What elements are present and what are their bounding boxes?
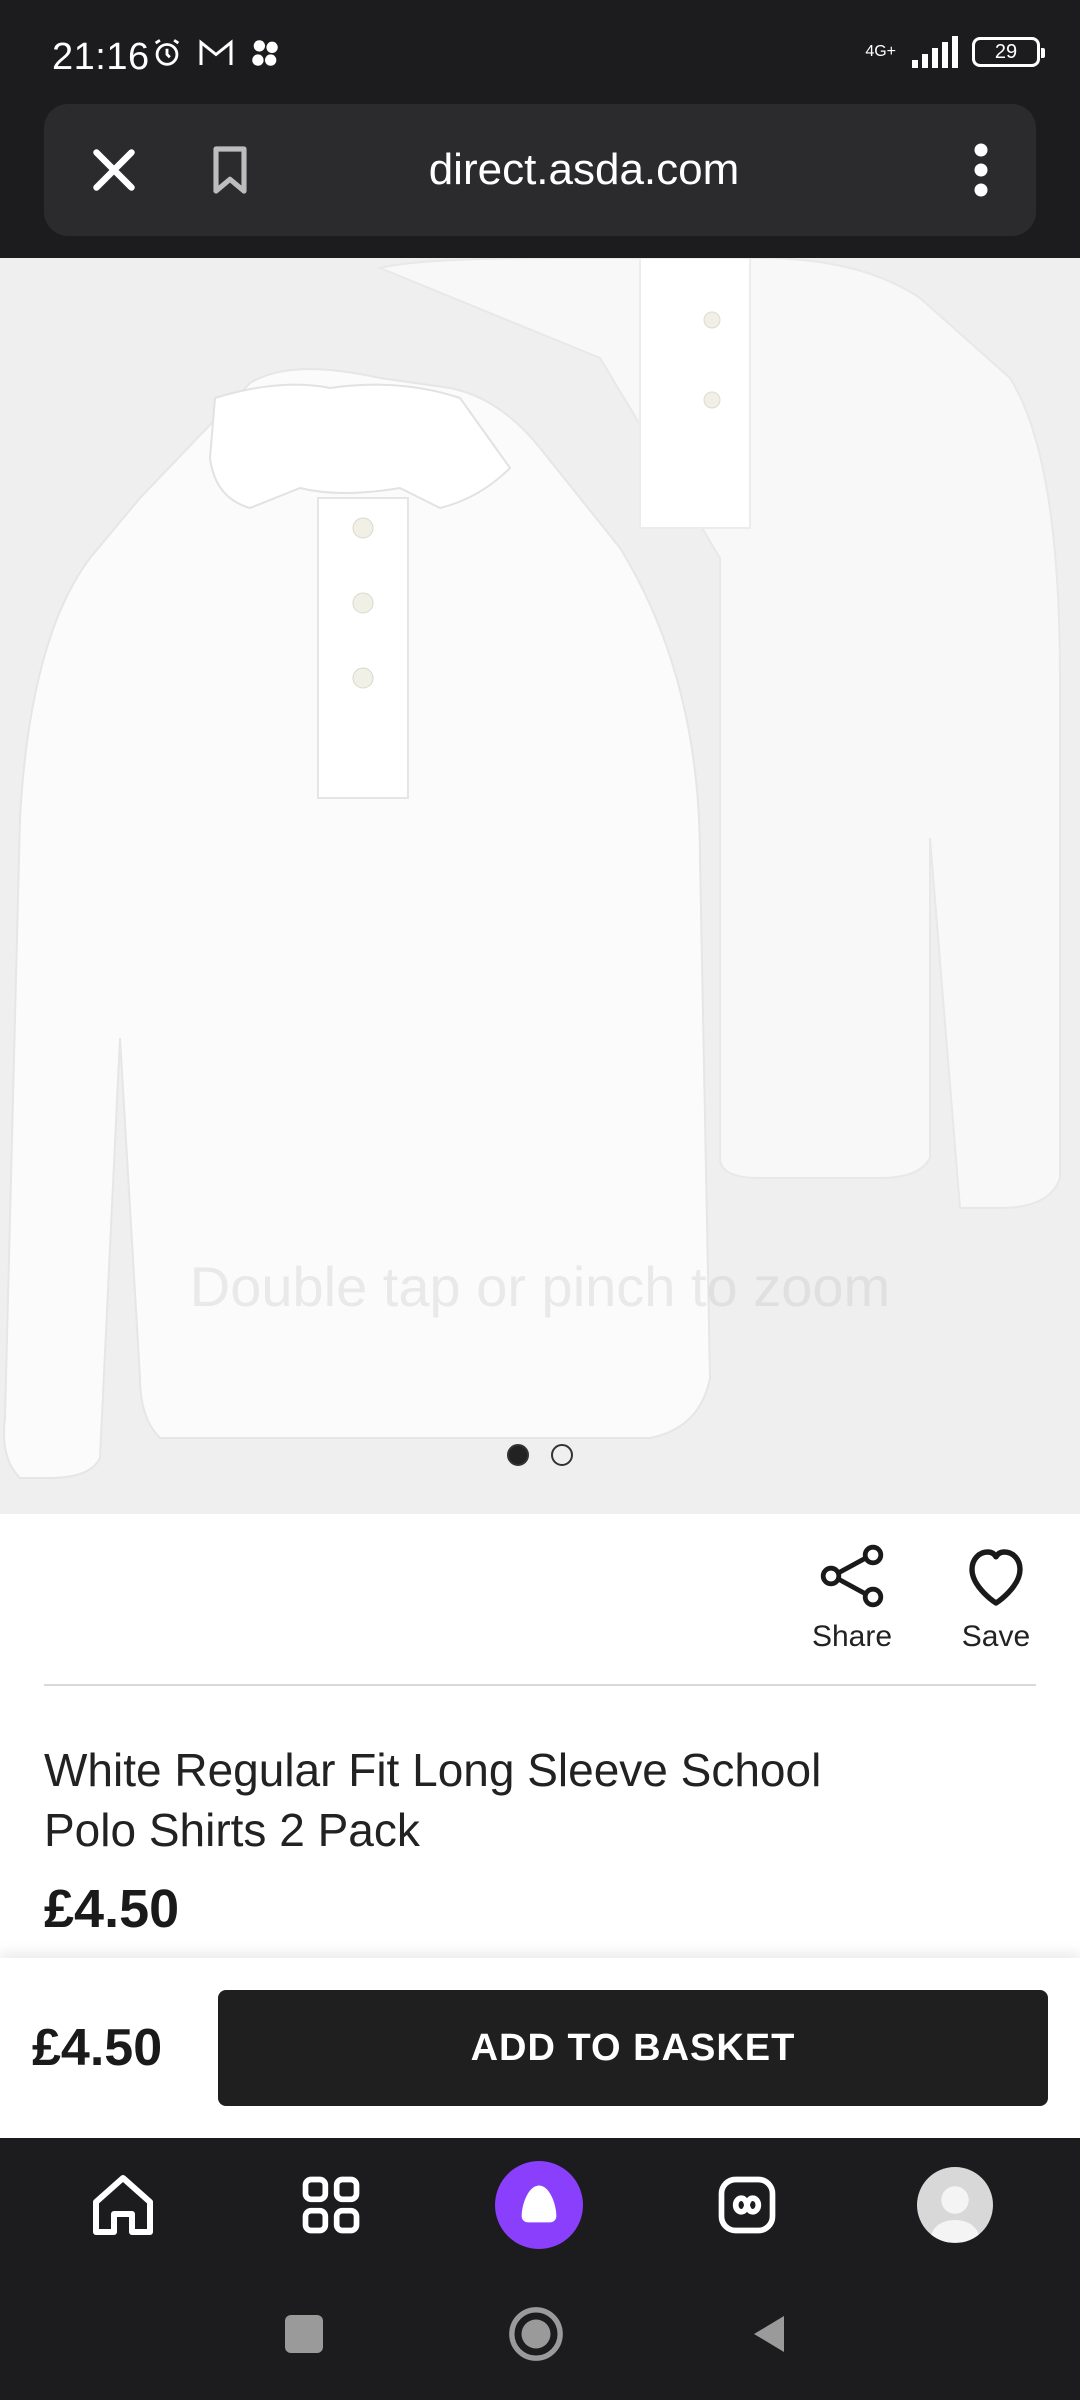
more-vert-icon[interactable] [966,140,996,200]
sticky-add-to-basket-bar: £4.50 ADD TO BASKET [0,1958,1080,2138]
close-icon[interactable] [84,140,144,200]
home-icon[interactable] [78,2160,168,2250]
network-type: 4G+ [865,43,896,60]
network-indicator: 4G+ [865,44,896,60]
page-content: Double tap or pinch to zoom Share Save W… [0,258,1080,2138]
sticky-price: £4.50 [32,2019,163,2077]
alice-assistant-icon[interactable] [494,2160,584,2250]
product-title: White Regular Fit Long Sleeve School Pol… [44,1744,822,1856]
signal-icon [912,36,958,68]
divider [44,1684,1036,1686]
share-label: Share [811,1620,893,1653]
apps-icon[interactable] [286,2160,376,2250]
battery-icon: 29 [972,37,1045,67]
recents-icon [285,2315,323,2353]
add-to-basket-button[interactable]: ADD TO BASKET [218,1990,1048,2106]
zoom-hint: Double tap or pinch to zoom [189,1255,891,1318]
browser-bottom-nav [0,2138,1080,2268]
carousel-dot-2[interactable] [551,1444,573,1466]
alarm-icon [154,39,180,66]
bookmark-icon[interactable] [202,142,258,198]
back-triangle-icon [754,2316,784,2352]
status-icons-right: 4G+ 29 [865,36,1045,68]
recents-button[interactable] [274,2304,334,2364]
save-label: Save [961,1620,1031,1653]
status-icons-left [150,36,282,70]
product-image-carousel[interactable]: Double tap or pinch to zoom [0,258,1080,1514]
back-button[interactable] [740,2304,800,2364]
polo-shirt-image [0,258,1080,1514]
product-price: £4.50 [44,1879,180,1939]
carousel-dot-1[interactable] [507,1444,529,1466]
browser-separator [0,236,1080,258]
gmail-icon [199,39,233,65]
heart-icon [969,1549,1023,1606]
url-text[interactable]: direct.asda.com [284,104,884,236]
status-time: 21:16 [52,36,150,78]
home-circle-icon [509,2307,563,2361]
profile-avatar[interactable] [910,2160,1000,2250]
app-cluster-icon [252,40,278,66]
share-icon [820,1544,884,1608]
status-bar: 21:16 4G+ 29 [0,0,1080,104]
tabs-icon[interactable] [702,2160,792,2250]
system-nav-bar [0,2268,1080,2400]
share-button[interactable]: Share [804,1540,900,1654]
save-button[interactable]: Save [948,1540,1044,1654]
battery-level: 29 [994,40,1018,63]
carousel-dots [0,1444,1080,1466]
browser-url-bar: direct.asda.com [44,104,1036,236]
product-actions: Share Save [804,1540,1044,1654]
home-button[interactable] [506,2304,566,2364]
